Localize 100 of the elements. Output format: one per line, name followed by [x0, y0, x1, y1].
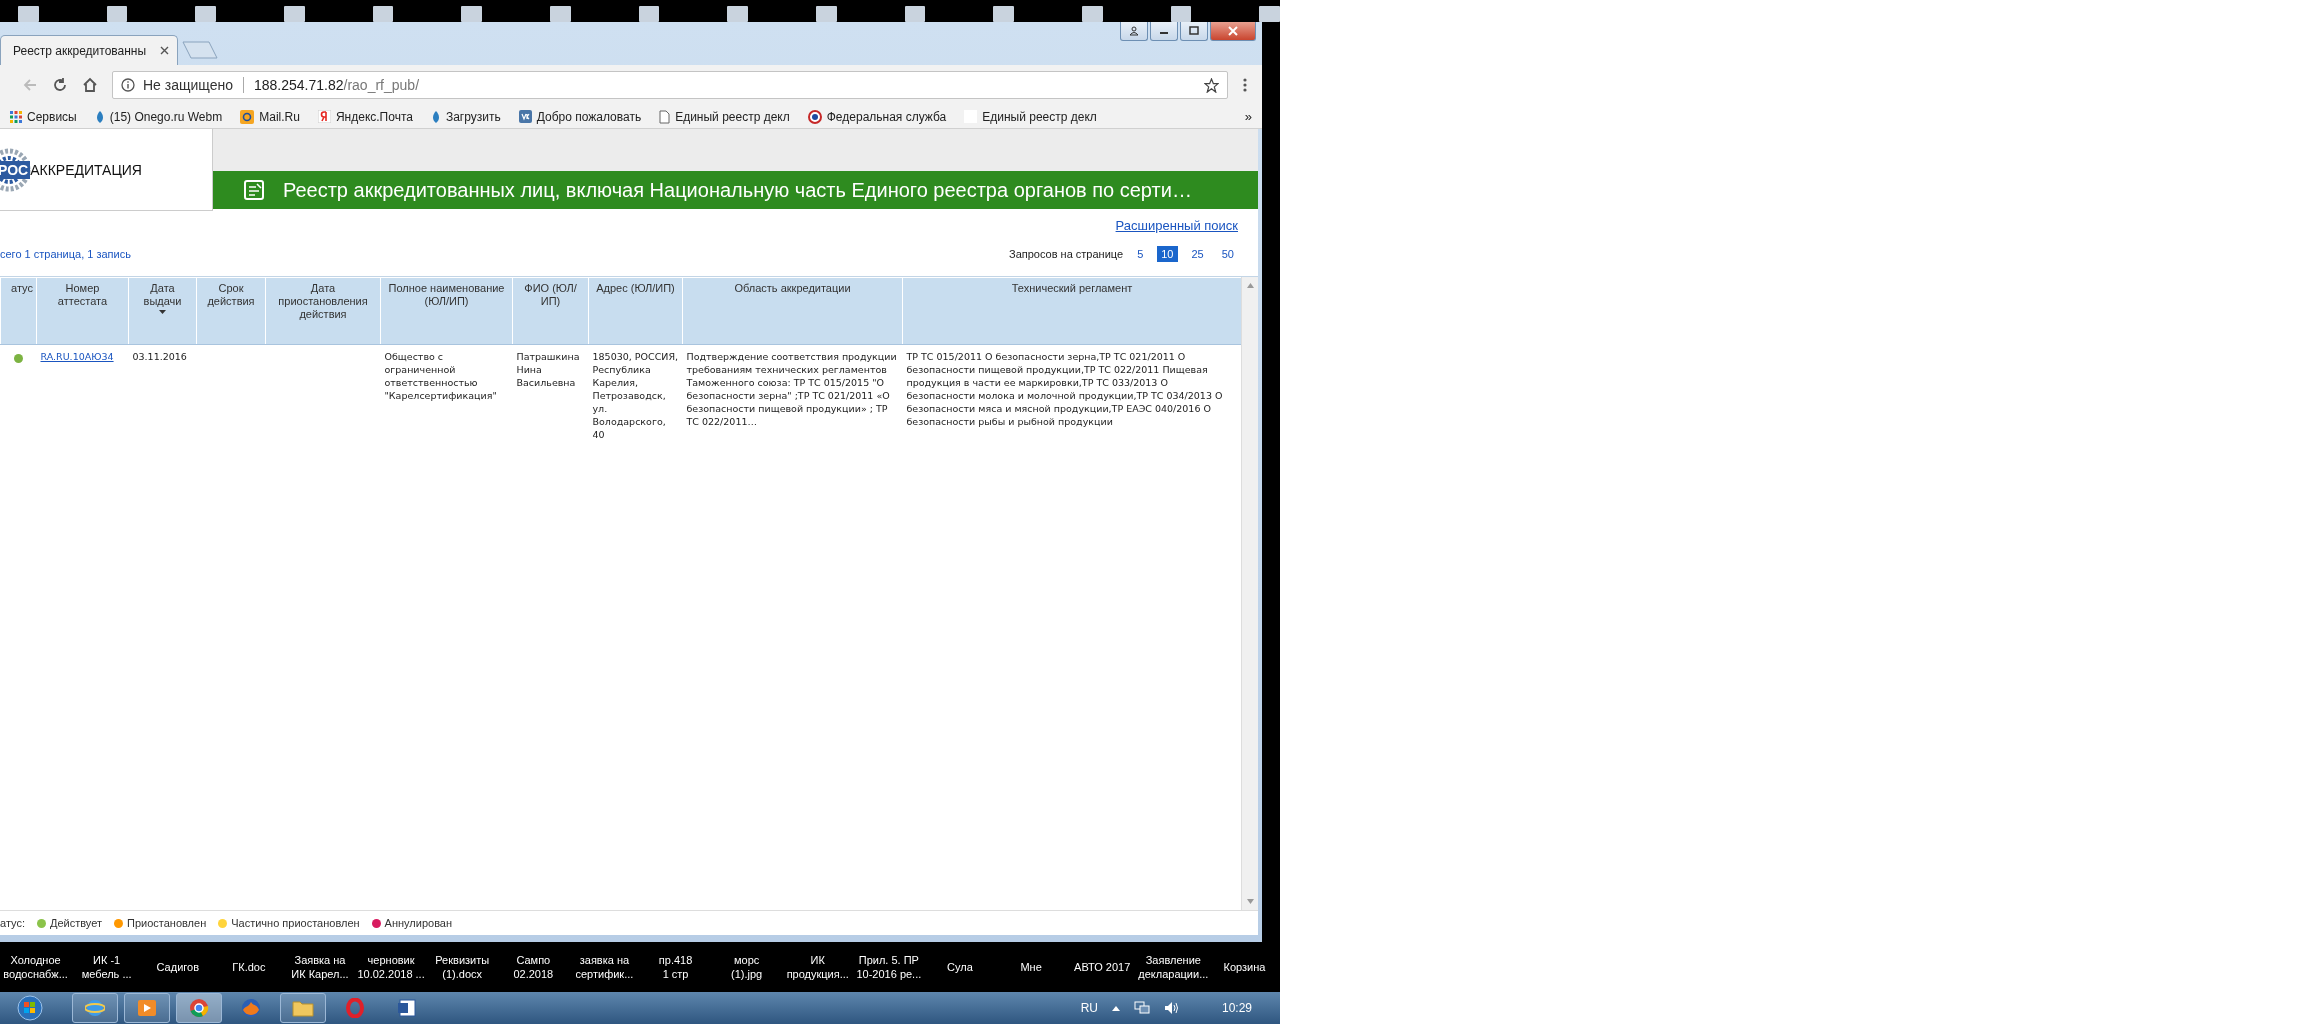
advanced-search-link[interactable]: Расширенный поиск	[1115, 217, 1238, 233]
desktop-icon-label[interactable]: Корзина	[1208, 960, 1280, 974]
bookmark-item[interactable]: Загрузить	[430, 109, 501, 124]
column-header[interactable]: ФИО (ЮЛ/ИП)	[512, 277, 589, 345]
file-icon[interactable]	[904, 6, 926, 22]
document-icon	[243, 179, 265, 201]
drop-icon	[430, 109, 441, 124]
speaker-icon[interactable]	[1163, 1001, 1180, 1015]
square-icon	[518, 110, 532, 123]
emblem-icon	[807, 109, 822, 124]
bookmark-item[interactable]: Федеральная служба	[807, 109, 947, 124]
user-button[interactable]	[1120, 22, 1148, 41]
scroll-up-icon[interactable]	[1246, 283, 1254, 288]
url-text: 188.254.71.82/rao_rf_pub/	[254, 77, 421, 93]
browser-tab[interactable]: Реестр аккредитованны	[0, 35, 178, 65]
reload-icon[interactable]	[52, 77, 68, 93]
minimize-button[interactable]	[1150, 22, 1178, 41]
star-icon[interactable]	[1204, 77, 1219, 93]
column-header[interactable]: Дата выдачи	[128, 277, 197, 345]
bookmark-item[interactable]: Единый реестр декл	[659, 109, 790, 124]
taskbar-button[interactable]	[124, 993, 170, 1023]
desktop-icon-label[interactable]: ИК продукция...	[782, 953, 854, 981]
taskbar-button[interactable]	[280, 993, 326, 1023]
info-icon[interactable]	[121, 78, 135, 92]
table-cell: Подтверждение соответствия продукции требованиям технических регламентов Таможенного союза: ТР ТС 015/2015 "О безопасности зерна" ;ТР ТС 021/2011 «О безопасности пищевой продукции» ; ТР ТС 022/2011…	[686, 351, 897, 427]
desktop-icon-label[interactable]: черновик 10.02.2018 ...	[355, 953, 427, 981]
more-bookmarks-button[interactable]: »	[1244, 109, 1252, 124]
column-header[interactable]: атус	[0, 277, 37, 345]
page-size-option[interactable]: 10	[1157, 246, 1178, 262]
security-label: Не защищено	[143, 77, 233, 93]
network-icon[interactable]	[1133, 1001, 1150, 1015]
column-header[interactable]: Полное наименование (ЮЛ/ИП)	[380, 277, 513, 345]
caret-up-icon[interactable]	[1111, 1005, 1120, 1011]
scroll-down-icon[interactable]	[1246, 899, 1254, 904]
desktop-icon-label[interactable]: пр.418 1 стр	[640, 953, 712, 981]
desktop-icon-label[interactable]: морс (1).jpg	[711, 953, 783, 981]
globe-icon	[85, 998, 105, 1018]
certificate-link[interactable]: RA.RU.10АЮ34	[40, 351, 114, 362]
desktop-icon-label[interactable]: Прил. 5. ПР 10-2016 ре...	[853, 953, 925, 981]
page-size-option[interactable]: 25	[1187, 246, 1208, 262]
file-icon[interactable]	[993, 6, 1015, 22]
legend-text: Частично приостановлен	[231, 917, 360, 929]
column-header[interactable]: Технический регламент	[902, 277, 1242, 345]
bookmark-item[interactable]: Добро пожаловать	[518, 109, 642, 124]
bookmark-item[interactable]: Яндекс.Почта	[317, 109, 413, 124]
desktop-icon-label[interactable]: Сула	[924, 960, 996, 974]
desktop-icon-label[interactable]: Реквизиты (1).docx	[426, 953, 498, 981]
file-icon[interactable]	[638, 6, 660, 22]
file-icon[interactable]	[461, 6, 483, 22]
taskbar-button[interactable]	[72, 993, 118, 1023]
address-field[interactable]: Не защищено 188.254.71.82/rao_rf_pub/	[112, 71, 1228, 99]
legend-text: Аннулирован	[384, 917, 453, 929]
page-size-option[interactable]: 5	[1133, 246, 1148, 262]
grid-icon	[10, 110, 22, 123]
file-icon[interactable]	[372, 6, 394, 22]
summary-text: сего 1 страница, 1 запись	[0, 248, 131, 260]
mail-icon	[240, 109, 255, 124]
legend-text: Приостановлен	[127, 917, 207, 929]
desktop-icon-label[interactable]: ГК.doc	[213, 960, 285, 974]
column-header[interactable]: Номер аттестата	[36, 277, 129, 345]
column-header[interactable]: Область аккредитации	[682, 277, 903, 345]
clock-text[interactable]: 10:29	[1221, 1001, 1252, 1015]
desktop-icon-label[interactable]: Заявка на ИК Карел...	[284, 953, 356, 981]
desktop-icon-label[interactable]: Мне	[995, 960, 1067, 974]
page-icon	[659, 109, 671, 124]
home-icon[interactable]	[82, 77, 98, 93]
bookmark-item[interactable]: Сервисы	[10, 109, 77, 124]
legend-label: атус:	[0, 917, 25, 929]
desktop-icon-label[interactable]: Заявление декларации...	[1137, 953, 1209, 981]
file-icon[interactable]	[727, 6, 749, 22]
user-icon	[1129, 26, 1139, 36]
legend-text: Действует	[50, 917, 102, 929]
banner-title: Реестр аккредитованных лиц, включая Национальную часть Единого реестра органов по серти…	[283, 178, 1192, 202]
bookmark-item[interactable]: Mail.Ru	[240, 109, 300, 124]
maximize-icon	[1189, 26, 1199, 36]
desktop-icon-label[interactable]: заявка на сертифик...	[568, 953, 640, 981]
file-icon[interactable]	[106, 6, 128, 22]
close-icon[interactable]	[160, 46, 169, 55]
bookmark-item[interactable]: Единый реестр декл	[964, 109, 1097, 124]
desktop-icon-label[interactable]: ИК -1 мебель ...	[71, 953, 143, 981]
close-icon	[1227, 26, 1239, 36]
close-button[interactable]	[1210, 22, 1256, 41]
page-size-option[interactable]: 50	[1217, 246, 1238, 262]
language-indicator[interactable]: RU	[1080, 1001, 1098, 1015]
file-icon[interactable]	[1170, 6, 1192, 22]
document-icon	[397, 998, 417, 1018]
column-header[interactable]: Адрес (ЮЛ/ИП)	[588, 277, 683, 345]
desktop-icon-label[interactable]: Холодное водоснабж...	[0, 953, 72, 981]
desktop-icon-label[interactable]: Садигов	[142, 960, 214, 974]
menu-icon[interactable]	[1242, 77, 1248, 93]
column-header[interactable]: Дата приостановления действия	[265, 277, 381, 345]
scrollbar[interactable]	[1241, 277, 1258, 910]
bookmark-item[interactable]: (15) Onego.ru Webm	[94, 109, 223, 124]
table-cell: 03.11.2016	[132, 351, 187, 362]
desktop-icon-label[interactable]: Сампо 02.2018	[497, 953, 569, 981]
maximize-button[interactable]	[1180, 22, 1208, 41]
taskbar-button[interactable]	[176, 993, 222, 1023]
column-header[interactable]: Срок действия	[196, 277, 266, 345]
ring-icon	[345, 998, 365, 1018]
desktop-icon-label[interactable]: АВТО 2017	[1066, 960, 1138, 974]
